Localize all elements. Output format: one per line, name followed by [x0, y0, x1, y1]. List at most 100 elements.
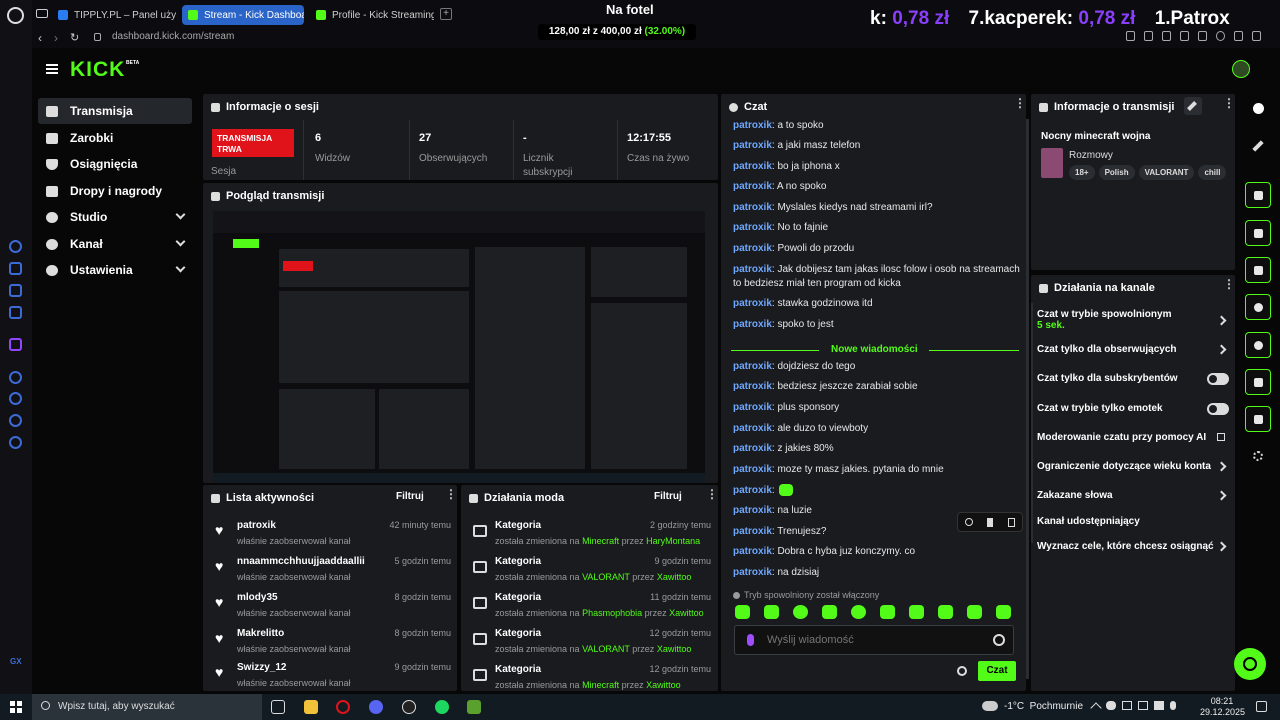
apps-icon[interactable] — [1253, 451, 1263, 461]
windows-start-icon[interactable] — [10, 701, 22, 713]
explorer-icon[interactable] — [304, 700, 318, 714]
action-set-goals[interactable]: Wyznacz cele, które chcesz osiągnąć — [1037, 541, 1227, 552]
gx-icon[interactable]: GX — [10, 657, 22, 666]
task-view-icon[interactable] — [271, 700, 285, 714]
battery-icon[interactable] — [1138, 701, 1148, 710]
more-icon[interactable]: ⋮ — [1223, 278, 1235, 290]
tag[interactable]: chill — [1198, 165, 1227, 180]
activity-name[interactable]: patroxik — [237, 520, 276, 531]
edit-button[interactable] — [1184, 97, 1202, 115]
player-icon[interactable] — [9, 371, 22, 384]
emote-icon[interactable] — [967, 605, 982, 619]
onedrive-icon[interactable] — [1106, 701, 1116, 710]
info-icon[interactable] — [1253, 103, 1264, 114]
filter-button[interactable]: Filtruj — [396, 491, 424, 502]
stream-preview-video[interactable] — [213, 211, 705, 483]
chat-username[interactable]: patroxik — [733, 546, 772, 557]
chat-send-button[interactable]: Czat — [978, 661, 1016, 681]
obs-icon[interactable] — [402, 700, 416, 714]
weather-text[interactable]: -1°C Pochmurnie — [1004, 701, 1083, 712]
chat-username[interactable]: patroxik — [733, 505, 772, 516]
discord-icon[interactable] — [369, 700, 383, 714]
reload-icon[interactable]: ↻ — [70, 32, 79, 44]
chat-username[interactable]: patroxik — [733, 181, 772, 192]
back-icon[interactable]: ‹ — [38, 32, 42, 44]
tab-tipply[interactable]: TIPPLY.PL – Panel użytkow — [52, 5, 176, 25]
subscribers-only-toggle[interactable] — [1207, 373, 1229, 385]
chat-username[interactable]: patroxik — [733, 567, 772, 578]
emotes-only-toggle[interactable] — [1207, 403, 1229, 415]
opera-icon[interactable] — [336, 700, 350, 714]
chat-username[interactable]: patroxik — [733, 526, 772, 537]
tab-kick-dashboard[interactable]: Stream - Kick Dashboard — [182, 5, 304, 25]
more-icon[interactable]: ⋮ — [1223, 97, 1235, 109]
volume-icon[interactable] — [1154, 701, 1164, 710]
twitch-icon[interactable] — [9, 338, 22, 351]
action-ai-moderation[interactable]: Moderowanie czatu przy pomocy AI — [1037, 432, 1227, 443]
chat-settings-icon[interactable] — [957, 666, 967, 676]
pin-icon[interactable] — [987, 517, 994, 527]
more-icon[interactable]: ⋮ — [706, 488, 718, 500]
minecraft-icon[interactable] — [467, 700, 481, 714]
activity-name[interactable]: Swizzy_12 — [237, 662, 286, 673]
sidebar-item-zarobki[interactable]: Zarobki — [38, 125, 192, 151]
chat-username[interactable]: patroxik — [733, 298, 772, 309]
filter-button[interactable]: Filtruj — [654, 491, 682, 502]
emote-icon[interactable] — [764, 605, 779, 619]
rail-button-chat[interactable] — [1245, 294, 1271, 320]
chat-input[interactable] — [767, 631, 977, 649]
activity-name[interactable]: nnaammcchhuujjaaddaallii — [237, 556, 365, 567]
rail-button-broadcast[interactable] — [1245, 332, 1271, 358]
sidebar-item-dropy[interactable]: Dropy i nagrody — [38, 178, 192, 204]
sidebar-item-ustawienia[interactable]: Ustawienia — [38, 257, 192, 283]
action-slow-mode[interactable]: Czat w trybie spowolnionym 5 sek. — [1037, 309, 1227, 335]
notification-icon[interactable] — [1256, 701, 1267, 712]
emote-icon[interactable] — [793, 605, 808, 619]
sidebar-item-transmisja[interactable]: Transmisja — [38, 98, 192, 124]
chat-username[interactable]: patroxik — [733, 381, 772, 392]
chat-username[interactable]: patroxik — [733, 443, 772, 454]
chat-username[interactable]: patroxik — [733, 243, 772, 254]
rail-button-tools[interactable] — [1245, 406, 1271, 432]
rail-button-channel[interactable] — [1245, 369, 1271, 395]
chat-username[interactable]: patroxik — [733, 202, 772, 213]
emoji-icon[interactable] — [993, 634, 1005, 646]
mic-icon[interactable] — [1170, 701, 1176, 710]
delete-icon[interactable] — [1007, 517, 1015, 527]
chevron-up-icon[interactable] — [1090, 702, 1102, 714]
more-icon[interactable]: ⋮ — [445, 488, 457, 500]
chat-username[interactable]: patroxik — [733, 361, 772, 372]
hamburger-icon[interactable] — [46, 64, 58, 74]
action-subscribers-only[interactable]: Czat tylko dla subskrybentów — [1037, 373, 1227, 384]
chat-username[interactable]: patroxik — [733, 140, 772, 151]
external-link-icon[interactable] — [1217, 433, 1225, 441]
kick-logo[interactable]: KICK — [70, 58, 125, 82]
mail-icon[interactable] — [9, 306, 22, 319]
activity-name[interactable]: mlody35 — [237, 592, 278, 603]
aria-icon[interactable] — [9, 240, 22, 253]
url-field[interactable]: dashboard.kick.com/stream — [112, 31, 234, 42]
action-emotes-only[interactable]: Czat w trybie tylko emotek — [1037, 403, 1227, 414]
chat-scrollbar[interactable] — [1026, 119, 1029, 679]
chat-username[interactable]: patroxik — [733, 319, 772, 330]
chat-username[interactable]: patroxik — [733, 423, 772, 434]
chat-username[interactable]: patroxik — [733, 222, 772, 233]
tab-kick-profile[interactable]: Profile - Kick Streaming — [310, 5, 434, 25]
forward-icon[interactable]: › — [54, 32, 58, 44]
workspace-icon[interactable] — [36, 9, 48, 18]
instagram-icon[interactable] — [9, 284, 22, 297]
emote-icon[interactable] — [909, 605, 924, 619]
action-age-restriction[interactable]: Ograniczenie dotyczące wieku konta — [1037, 461, 1227, 472]
pencil-icon[interactable] — [1252, 140, 1264, 152]
sidebar-item-kanal[interactable]: Kanał — [38, 231, 192, 257]
action-followers-only[interactable]: Czat tylko dla obserwujących — [1037, 344, 1227, 355]
new-tab-button[interactable]: + — [440, 8, 452, 20]
emote-icon[interactable] — [735, 605, 750, 619]
rail-button-scan[interactable] — [1245, 182, 1271, 208]
taskbar-search[interactable]: Wpisz tutaj, aby wyszukać — [32, 694, 262, 720]
spotify-icon[interactable] — [435, 700, 449, 714]
tag[interactable]: 18+ — [1069, 165, 1095, 180]
emote-icon[interactable] — [822, 605, 837, 619]
tag[interactable]: VALORANT — [1138, 165, 1195, 180]
settings-icon[interactable] — [9, 436, 22, 449]
